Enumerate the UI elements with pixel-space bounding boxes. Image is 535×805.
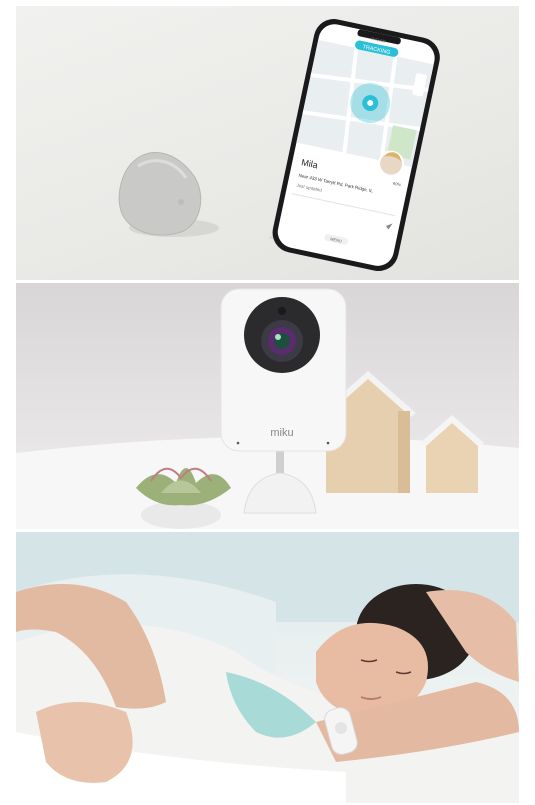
tracker-scene: TRACKING 9:41 AM Mila Near 433 W Tarrytt… xyxy=(118,19,440,272)
tracker-product-photo: TRACKING 9:41 AM Mila Near 433 W Tarrytt… xyxy=(16,6,519,280)
camera-scene: miku xyxy=(16,288,519,529)
bedroom-scene xyxy=(16,532,519,803)
brand-label: miku xyxy=(270,427,293,439)
sleeping-person-photo xyxy=(16,532,519,803)
baby-camera-product-photo: miku xyxy=(16,283,519,529)
pebble-tracker-device xyxy=(118,152,202,236)
smartphone: TRACKING 9:41 AM Mila Near 433 W Tarrytt… xyxy=(272,19,440,272)
wooden-house-small xyxy=(420,415,484,493)
miku-camera: miku xyxy=(220,288,347,452)
